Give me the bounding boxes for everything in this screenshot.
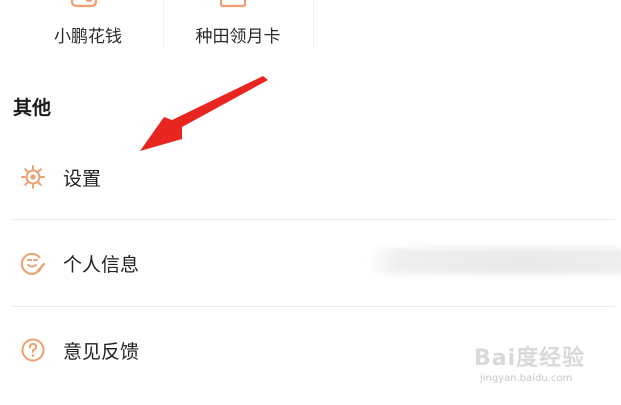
menu-item-personal-info[interactable]: 个人信息 [12,222,621,306]
menu-item-label: 个人信息 [63,254,140,276]
wallet-icon [70,0,98,8]
top-grid: 小鹏花钱 种田领月卡 [0,0,621,54]
grid-item-label: 小鹏花钱 [54,27,122,47]
row-divider [12,306,615,307]
grid-divider [163,0,164,48]
question-icon [21,338,45,362]
section-title: 其他 [13,97,52,119]
personal-info-value-redacted [367,248,621,274]
grid-divider [313,0,314,48]
watermark-brand: Bai度经验 [474,346,586,371]
grid-item-label: 种田领月卡 [195,27,281,47]
menu-item-settings[interactable]: 设置 [12,136,615,220]
menu-item-label: 设置 [63,168,102,190]
menu-item-label: 意见反馈 [63,341,140,363]
grid-item-zhongtian-yueka[interactable]: 种田领月卡 [178,0,298,54]
card-icon [219,0,247,8]
row-divider [12,219,615,220]
watermark-url: jingyan.baidu.com [480,373,573,384]
watermark: Bai度经验 jingyan.baidu.com [474,340,614,398]
gear-icon [21,165,45,189]
grid-item-xiaopeng-huaqian[interactable]: 小鹏花钱 [24,0,152,54]
profile-edit-icon [20,252,46,275]
